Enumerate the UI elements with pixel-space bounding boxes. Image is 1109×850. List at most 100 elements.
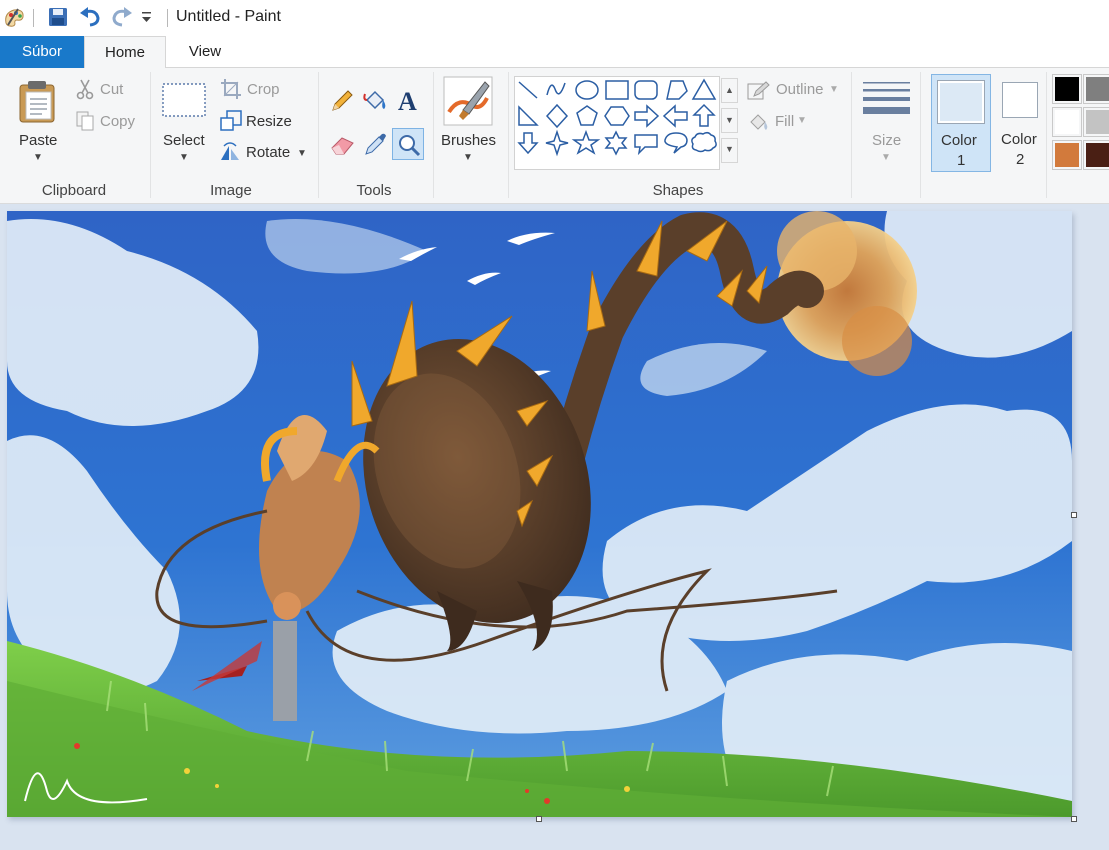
- rounded-rectangle-shape-icon: [634, 80, 658, 100]
- cloud-callout-shape-icon: [691, 131, 717, 153]
- svg-text:A: A: [398, 87, 417, 114]
- canvas-resize-handle-corner[interactable]: [1071, 816, 1077, 822]
- separator: [33, 9, 34, 27]
- color2-number: 2: [1016, 151, 1025, 168]
- undo-icon[interactable]: [78, 6, 102, 28]
- shapes-gallery[interactable]: [514, 76, 720, 170]
- clipboard-group-label: Clipboard: [41, 182, 107, 199]
- image-group-label: Image: [210, 182, 252, 199]
- text-icon[interactable]: A: [396, 86, 422, 114]
- eraser-icon[interactable]: [329, 132, 357, 158]
- tab-view[interactable]: View: [166, 36, 244, 68]
- clipboard-icon: [19, 81, 55, 123]
- scissors-icon: [76, 79, 94, 100]
- resize-label: Resize: [246, 113, 292, 130]
- right-arrow-shape-icon: [634, 104, 660, 128]
- rounded-callout-shape-icon: [634, 134, 658, 156]
- shapes-gallery-svg: [517, 78, 717, 157]
- color2-fill: [1005, 85, 1035, 115]
- color1-fill: [940, 83, 982, 121]
- brushes-label: Brushes: [441, 132, 497, 149]
- select-rectangle-icon: [162, 83, 206, 117]
- chevron-down-icon: ▼: [179, 152, 189, 163]
- group-separator: [851, 72, 852, 198]
- ribbon: Paste ▼ Cut Copy Clipboard Select ▼ Crop…: [0, 68, 1109, 204]
- cut-label: Cut: [100, 81, 124, 98]
- fill-icon: [750, 114, 768, 130]
- chevron-down-icon: ▼: [463, 152, 473, 163]
- drawing-canvas[interactable]: [7, 211, 1072, 817]
- five-point-star-shape-icon: [571, 129, 601, 155]
- window-title: Untitled - Paint: [176, 8, 281, 25]
- ribbon-tab-bar: Súbor Home View: [0, 36, 1109, 69]
- curve-shape-icon: [546, 82, 566, 96]
- canvas-resize-handle-bottom[interactable]: [536, 816, 542, 822]
- group-separator: [150, 72, 151, 198]
- left-arrow-shape-icon: [662, 104, 688, 128]
- fill-label: Fill: [775, 113, 795, 130]
- gallery-scroll-up-button[interactable]: ▲: [721, 78, 738, 103]
- tab-file[interactable]: Súbor: [0, 36, 84, 68]
- oval-shape-icon: [575, 80, 599, 100]
- group-separator: [1046, 72, 1047, 198]
- line-width-icon: [863, 82, 910, 114]
- group-separator: [508, 72, 509, 198]
- paste-label: Paste: [19, 132, 58, 149]
- tab-home[interactable]: Home: [84, 36, 166, 69]
- tools-group-label: Tools: [356, 182, 392, 199]
- crop-icon: [221, 79, 241, 99]
- diamond-shape-icon: [545, 103, 569, 129]
- fill-bucket-icon[interactable]: [361, 86, 389, 114]
- gallery-expand-button[interactable]: ▼: [721, 138, 738, 163]
- color2-label: Color: [1001, 131, 1037, 148]
- group-separator: [920, 72, 921, 198]
- color2-swatch: [1002, 82, 1038, 118]
- color-picker-icon[interactable]: [362, 130, 390, 158]
- chevron-down-icon: ▼: [297, 148, 307, 159]
- rectangle-shape-icon: [605, 80, 629, 100]
- save-icon[interactable]: [47, 6, 69, 28]
- chevron-down-icon: ▼: [33, 152, 43, 163]
- pentagon-shape-icon: [576, 105, 598, 126]
- chevron-down-icon: ▼: [829, 84, 839, 95]
- resize-icon: [220, 110, 242, 131]
- brush-icon: [443, 76, 493, 126]
- copy-icon: [76, 111, 94, 131]
- down-arrow-shape-icon: [517, 132, 539, 155]
- color1-swatch: [937, 80, 985, 124]
- line-shape-icon: [518, 81, 538, 99]
- palette-swatch-orange[interactable]: [1052, 140, 1082, 170]
- shapes-group-label: Shapes: [652, 182, 704, 199]
- triangle-shape-icon: [691, 78, 717, 100]
- palette-swatch-black[interactable]: [1052, 74, 1082, 104]
- palette-swatch-white[interactable]: [1052, 107, 1082, 137]
- rotate-icon: [221, 142, 239, 160]
- canvas-resize-handle-right[interactable]: [1071, 512, 1077, 518]
- palette-swatch-dark-brown[interactable]: [1083, 140, 1109, 170]
- hexagon-shape-icon: [604, 106, 630, 126]
- customize-toolbar-icon[interactable]: [141, 11, 153, 25]
- group-separator: [433, 72, 434, 198]
- oval-callout-shape-icon: [664, 132, 688, 154]
- paint-app-icon[interactable]: [2, 5, 26, 29]
- magnifier-button[interactable]: [392, 128, 424, 160]
- up-arrow-shape-icon: [692, 103, 716, 127]
- redo-icon[interactable]: [110, 6, 134, 28]
- rotate-label: Rotate: [246, 144, 291, 161]
- size-label: Size: [872, 132, 902, 149]
- select-label: Select: [163, 132, 205, 149]
- pencil-icon[interactable]: [329, 88, 355, 114]
- color1-label: Color: [941, 132, 977, 149]
- right-triangle-shape-icon: [518, 105, 539, 126]
- crop-label: Crop: [247, 81, 280, 98]
- gallery-scroll-down-button[interactable]: ▼: [721, 108, 738, 133]
- magnifier-icon: [399, 135, 421, 157]
- four-point-star-shape-icon: [545, 129, 569, 157]
- palette-swatch-gray[interactable]: [1083, 74, 1109, 104]
- palette-swatch-light-gray[interactable]: [1083, 107, 1109, 137]
- color1-button[interactable]: Color 1: [931, 74, 991, 172]
- chevron-down-icon: ▼: [797, 115, 807, 126]
- color1-number: 1: [957, 152, 966, 169]
- copy-label: Copy: [100, 113, 136, 130]
- canvas-painting: [7, 211, 1072, 817]
